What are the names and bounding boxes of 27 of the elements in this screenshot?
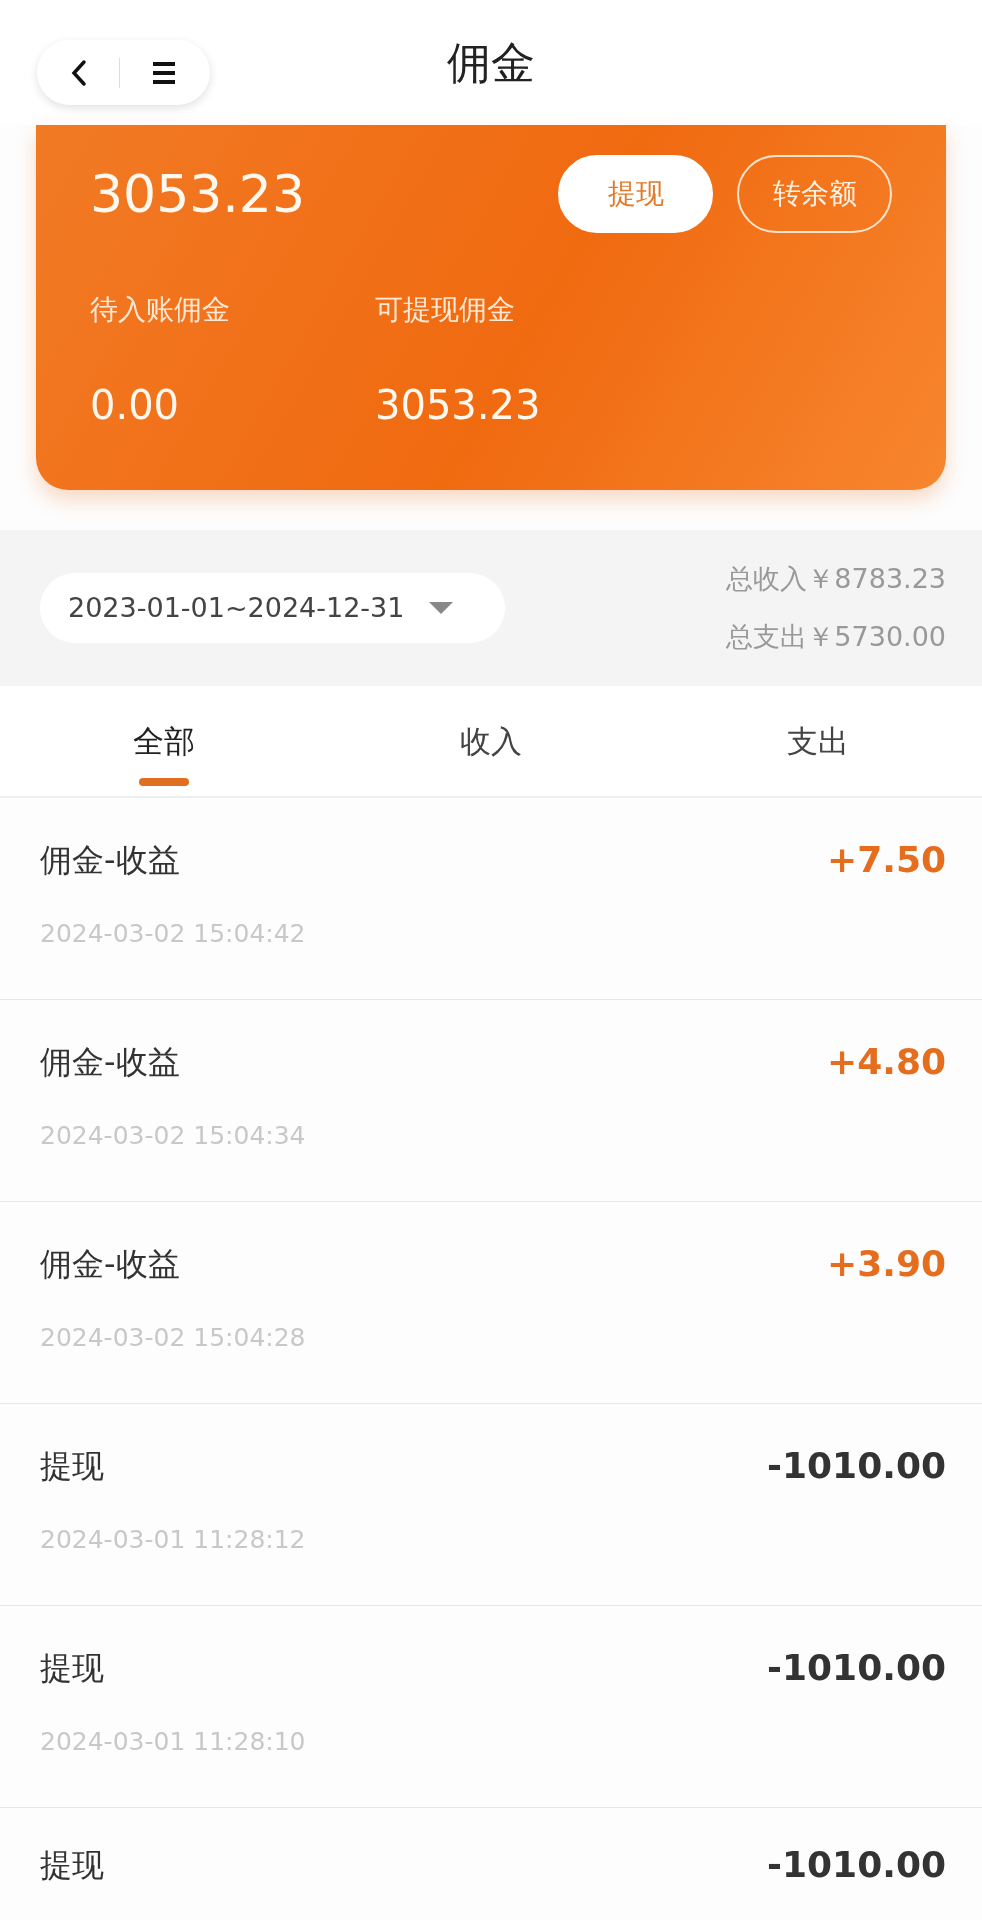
caret-icon (428, 601, 455, 615)
record-amount: +3.90 (827, 1242, 946, 1286)
balance-amount: 3053.23 (90, 163, 306, 226)
total-text: 总收入￥8783.23 (726, 562, 946, 596)
stat-label: 待入账佣金 (90, 292, 231, 328)
tab[interactable]: 全部 (0, 686, 328, 796)
record-title: 提现 (40, 1446, 104, 1487)
record-amount: -1010.00 (767, 1646, 946, 1690)
record-title: 佣金-收益 (40, 1042, 180, 1083)
record-title: 佣金-收益 (40, 840, 180, 881)
stat-label: 可提现佣金 (375, 292, 516, 328)
stat-value: 0.00 (90, 381, 181, 430)
stat-value: 3053.23 (375, 381, 542, 430)
record-title: 佣金-收益 (40, 1244, 180, 1285)
record-title: 提现 (40, 1648, 104, 1689)
total-text: 总支出￥5730.00 (726, 620, 946, 654)
record-amount: -1010.00 (767, 1444, 946, 1488)
record-amount: +4.80 (827, 1040, 946, 1084)
tab[interactable]: 收入 (327, 686, 655, 796)
page-title: 佣金 (447, 35, 535, 90)
tab[interactable]: 支出 (654, 686, 982, 796)
date-range-dropdown[interactable]: 2023-01-01~2024-12-31 (40, 573, 505, 643)
record-amount: +7.50 (827, 838, 946, 882)
record-title: 提现 (40, 1845, 104, 1886)
menu-icon[interactable] (150, 60, 177, 85)
record-amount: -1010.00 (767, 1843, 946, 1887)
back-icon[interactable] (70, 58, 89, 87)
